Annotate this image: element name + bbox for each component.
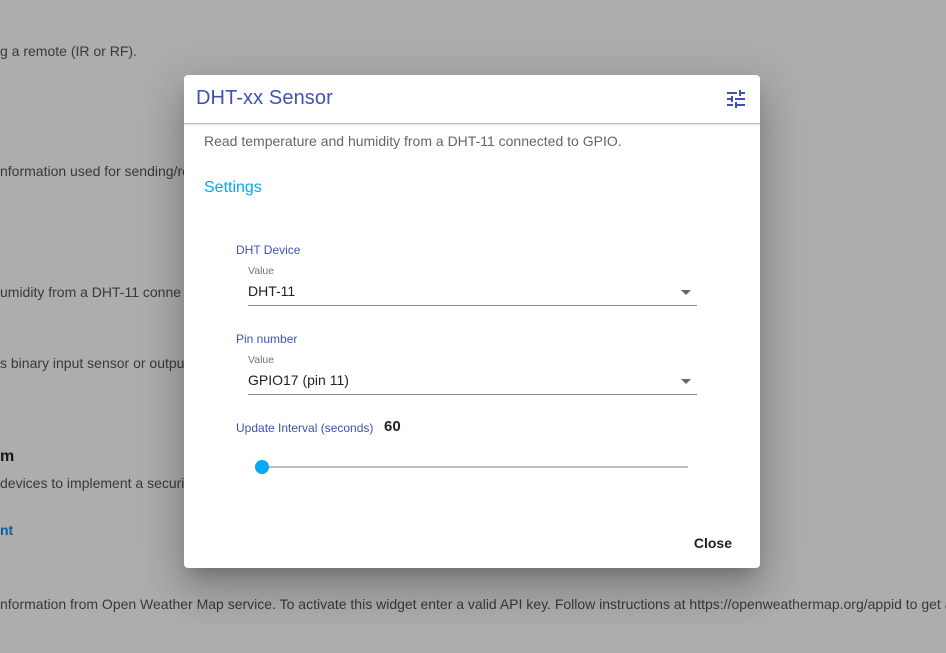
dht-device-sublabel: Value — [248, 265, 275, 277]
update-interval-slider[interactable] — [255, 460, 688, 474]
pin-number-select[interactable]: GPIO17 (pin 11) — [248, 370, 697, 395]
close-button[interactable]: Close — [690, 533, 736, 553]
dialog-header: DHT-xx Sensor — [184, 75, 760, 124]
tune-button[interactable] — [724, 87, 748, 111]
update-interval-label: Update Interval (seconds) — [236, 421, 374, 435]
dropdown-arrow-icon — [681, 379, 691, 384]
dialog-description: Read temperature and humidity from a DHT… — [204, 133, 622, 149]
settings-heading: Settings — [204, 179, 262, 196]
dht-device-select[interactable]: DHT-11 — [248, 281, 697, 306]
tune-icon — [727, 90, 745, 108]
pin-number-sublabel: Value — [248, 354, 275, 366]
slider-thumb[interactable] — [255, 460, 269, 474]
pin-number-value: GPIO17 (pin 11) — [248, 372, 349, 388]
pin-number-label: Pin number — [236, 332, 298, 346]
dht-device-value: DHT-11 — [248, 283, 296, 299]
dht-device-label: DHT Device — [236, 243, 301, 257]
dialog-title: DHT-xx Sensor — [196, 87, 333, 109]
dropdown-arrow-icon — [681, 290, 691, 295]
sensor-settings-dialog: DHT-xx Sensor Read temperature and humid… — [184, 75, 760, 568]
update-interval-value: 60 — [384, 418, 401, 435]
